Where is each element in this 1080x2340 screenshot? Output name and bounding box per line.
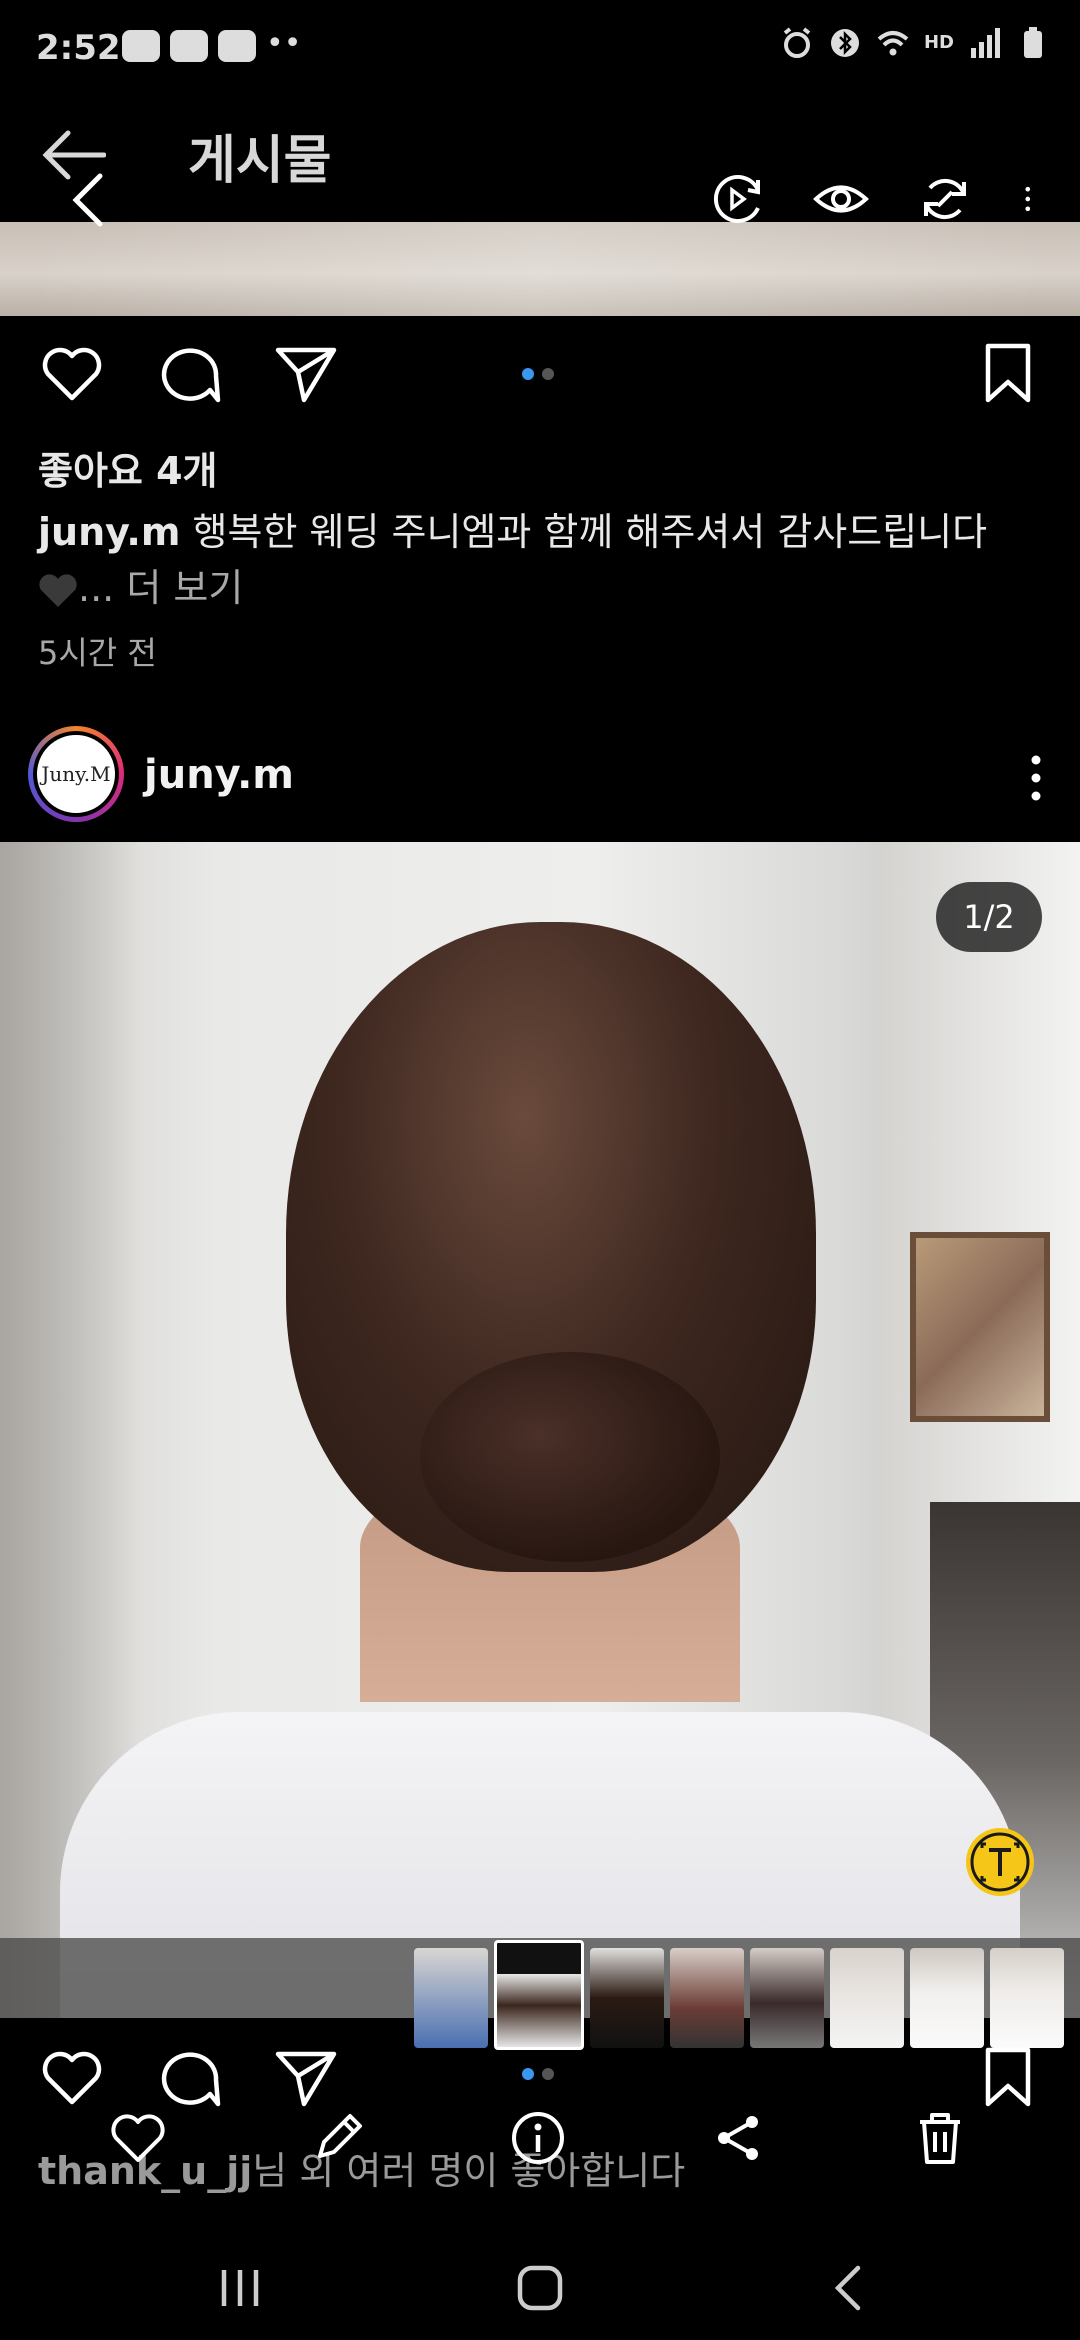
eye-icon[interactable] [812,170,870,228]
share-send-icon[interactable] [274,342,338,406]
signal-icon [971,28,1000,58]
favorite-heart-icon[interactable] [106,2106,170,2170]
carousel-dots [522,2068,554,2080]
system-nav-bar [0,2220,1080,2340]
message-icon [122,30,160,62]
likes-count[interactable]: 좋아요 4개 [38,440,218,495]
status-right-icons: HD [780,26,1050,60]
more-notifications-icon: •• [266,26,302,61]
wall-picture [910,1232,1050,1422]
delete-trash-icon[interactable] [908,2106,972,2170]
calendar-icon [170,30,208,62]
recent-apps-icon[interactable] [212,2260,268,2316]
post-caption: juny.m 행복한 웨딩 주니엠과 함께 해주셔서 감사드립니다 ... 더 … [38,504,1038,616]
status-bar: 2:52 •• HD [0,0,1080,100]
post-timestamp: 5시간 전 [38,634,157,672]
status-time: 2:52 [36,28,121,68]
page-title: 게시물 [188,131,332,191]
more-options-icon[interactable] [1020,170,1050,228]
post-menu-icon[interactable] [1016,750,1056,806]
text-recognition-icon[interactable] [964,1826,1036,1898]
play-refresh-icon[interactable] [708,170,766,228]
system-back-icon[interactable] [820,2260,876,2316]
caption-username[interactable]: juny.m [38,510,180,554]
home-icon[interactable] [512,2260,568,2316]
post-header: Juny.M juny.m [0,722,1080,832]
viewer-toolbar [708,170,1050,228]
hair-bun [420,1352,720,1562]
share-icon[interactable] [706,2106,770,2170]
bookmark-icon[interactable] [976,342,1040,406]
notification-icons: •• [122,26,302,62]
info-icon[interactable] [506,2106,570,2170]
post-actions-previous [0,328,1080,418]
edit-pencil-icon[interactable] [306,2106,370,2170]
page-counter: 1/2 [936,882,1042,952]
wear-icon [218,30,256,62]
alarm-icon [783,27,811,58]
avatar[interactable]: Juny.M [28,726,124,822]
battery-icon [1024,27,1042,58]
bluetooth-icon [830,29,859,57]
gallery-bottom-bar [0,2100,1080,2180]
rotate-icon[interactable] [916,170,974,228]
carousel-dots [522,368,554,380]
post-username[interactable]: juny.m [144,752,294,798]
post-image[interactable]: 1/2 [0,842,1080,2018]
like-heart-icon[interactable] [40,342,104,406]
black-heart-emoji-icon [39,573,77,607]
avatar-logo: Juny.M [33,731,119,817]
previous-post-image[interactable] [0,222,1080,316]
viewer-back-icon[interactable] [68,172,108,228]
wifi-icon [877,31,909,56]
comment-icon[interactable] [158,342,222,406]
hd-voice-icon: HD [923,32,954,53]
more-link[interactable]: ... 더 보기 [78,566,243,610]
caption-text: 행복한 웨딩 주니엠과 함께 해주셔서 감사드립니다 [180,510,988,554]
